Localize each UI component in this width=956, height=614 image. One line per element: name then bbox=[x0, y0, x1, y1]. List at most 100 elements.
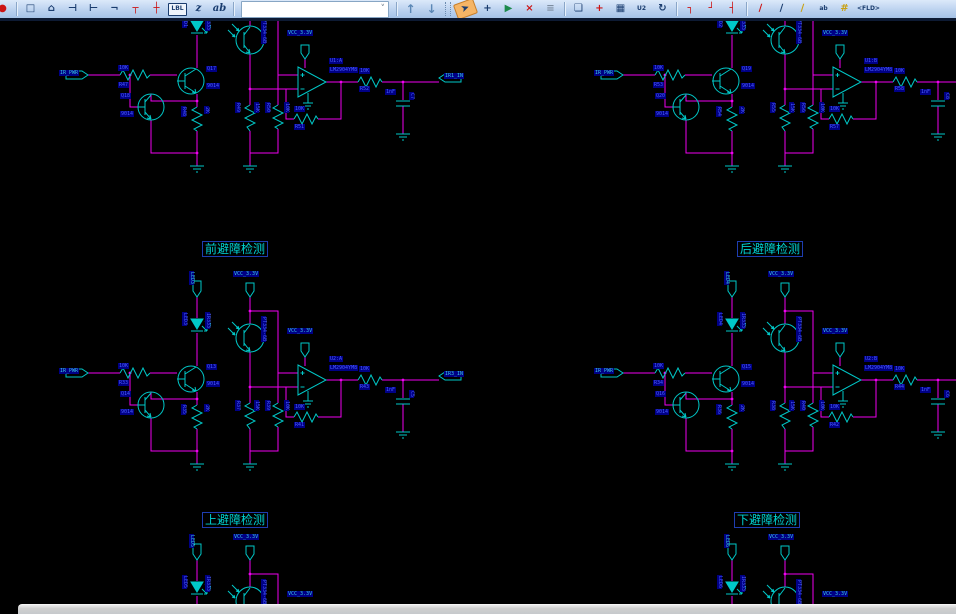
circuit-block-ir6[interactable] bbox=[600, 543, 956, 604]
component-label[interactable]: LED2 bbox=[717, 21, 723, 29]
component-label[interactable]: PT334-6B bbox=[261, 579, 267, 604]
delete-tool-icon[interactable]: × bbox=[520, 2, 539, 17]
component-label[interactable]: IR1_IN bbox=[444, 73, 465, 79]
component-label[interactable]: 10K bbox=[894, 68, 906, 74]
component-label[interactable]: Q14 bbox=[120, 391, 132, 397]
component-label[interactable]: 15K bbox=[789, 102, 795, 114]
component-label[interactable]: 10K bbox=[284, 400, 290, 412]
component-label[interactable]: PT334-6B bbox=[796, 316, 802, 343]
component-label[interactable]: VCC_3.3V bbox=[287, 591, 314, 597]
component-label[interactable]: R35 bbox=[181, 404, 187, 416]
wire-repeat-icon[interactable]: ┐ bbox=[681, 2, 700, 17]
component-label[interactable]: 10K bbox=[284, 102, 290, 114]
component-label[interactable]: VCC_3.3V bbox=[822, 30, 849, 36]
component-label[interactable]: VCC_3.3V bbox=[822, 591, 849, 597]
component-label[interactable]: 10K bbox=[819, 400, 825, 412]
component-label[interactable]: LM2904YM8 bbox=[329, 67, 359, 73]
component-label[interactable]: VCC_3.3V bbox=[768, 534, 795, 540]
component-label[interactable]: LED6 bbox=[717, 575, 723, 590]
component-label[interactable]: LED4 bbox=[724, 271, 730, 286]
component-label[interactable]: Q16 bbox=[655, 391, 667, 397]
redraw-icon[interactable]: ↻ bbox=[653, 2, 672, 17]
component-label[interactable]: C5 bbox=[409, 390, 415, 399]
component-label[interactable]: 9014 bbox=[655, 409, 670, 415]
component-label[interactable]: R42 bbox=[829, 422, 841, 428]
component-label[interactable]: R51 bbox=[294, 124, 306, 130]
component-label[interactable]: 9014 bbox=[206, 83, 221, 89]
component-label[interactable]: 15K bbox=[254, 102, 260, 114]
annotate-icon[interactable]: U2 bbox=[632, 2, 651, 17]
component-label[interactable]: R57 bbox=[829, 124, 841, 130]
component-label[interactable]: IR_PWR bbox=[594, 70, 615, 76]
component-label[interactable]: U1:B bbox=[864, 58, 879, 64]
edit-blue-pencil-icon[interactable]: ∕ bbox=[772, 2, 791, 17]
drag-tool-icon[interactable]: ▶ bbox=[499, 2, 518, 17]
component-label[interactable]: R50 bbox=[265, 102, 271, 114]
bus-entry-mode-icon[interactable]: ¬ bbox=[105, 2, 124, 17]
component-label[interactable]: 9014 bbox=[206, 381, 221, 387]
component-label[interactable]: LED1 bbox=[182, 21, 188, 29]
component-label[interactable]: PT334-6B bbox=[261, 21, 267, 45]
component-label[interactable]: 10K bbox=[653, 363, 665, 369]
component-label[interactable]: 10K bbox=[294, 106, 306, 112]
component-label[interactable]: IR_PWR bbox=[59, 368, 80, 374]
component-label[interactable]: R56 bbox=[800, 102, 806, 114]
component-label[interactable]: LED4 bbox=[717, 312, 723, 327]
component-label[interactable]: VCC_3.3V bbox=[287, 328, 314, 334]
component-label[interactable]: 9014 bbox=[741, 381, 756, 387]
circuit-block-ir3[interactable] bbox=[65, 280, 462, 471]
component-label[interactable]: VCC_3.3V bbox=[233, 271, 260, 277]
component-label[interactable]: VCC_3.3V bbox=[768, 271, 795, 277]
wire-route-icon[interactable]: ┘ bbox=[702, 2, 721, 17]
component-label[interactable]: C7 bbox=[409, 92, 415, 101]
component-label[interactable]: VCC_3.3V bbox=[287, 30, 314, 36]
component-label[interactable]: R41 bbox=[294, 422, 306, 428]
script-mode-icon[interactable]: z bbox=[189, 2, 208, 17]
component-label[interactable]: IR333 bbox=[740, 575, 746, 593]
component-label[interactable]: 2K bbox=[739, 106, 745, 115]
component-label[interactable]: LED3 bbox=[182, 312, 188, 327]
component-label[interactable]: Q20 bbox=[655, 93, 667, 99]
component-label[interactable]: 10K bbox=[819, 102, 825, 114]
component-label[interactable]: R36 bbox=[716, 404, 722, 416]
component-label[interactable]: R40 bbox=[800, 400, 806, 412]
component-label[interactable]: LED5 bbox=[182, 575, 188, 590]
component-label[interactable]: LM2904YM8 bbox=[864, 67, 894, 73]
component-label[interactable]: R39 bbox=[265, 400, 271, 412]
port-mode-icon[interactable]: ⊢ bbox=[84, 2, 103, 17]
component-label[interactable]: PT334-6B bbox=[796, 21, 802, 45]
component-label[interactable]: R58 bbox=[894, 86, 906, 92]
component-label[interactable]: R48 bbox=[181, 106, 187, 118]
component-label[interactable]: Q17 bbox=[206, 66, 218, 72]
component-label[interactable]: Q15 bbox=[741, 364, 753, 370]
component-label[interactable]: 9014 bbox=[120, 111, 135, 117]
select-cursor-icon[interactable]: ➤ bbox=[452, 0, 479, 18]
component-label[interactable]: 9014 bbox=[741, 83, 756, 89]
copy-block-icon[interactable]: ❏ bbox=[569, 2, 588, 17]
component-label[interactable]: IR333 bbox=[740, 312, 746, 330]
property-text-icon[interactable]: ab bbox=[814, 2, 833, 17]
component-label[interactable]: 15K bbox=[254, 400, 260, 412]
component-label[interactable]: 9014 bbox=[655, 111, 670, 117]
terminal-mode-icon[interactable]: ┬ bbox=[126, 2, 145, 17]
subcircuit-mode-icon[interactable]: ⌂ bbox=[42, 2, 61, 17]
component-label[interactable]: 1nF bbox=[920, 387, 932, 393]
zoom-level-combobox[interactable]: ˅ bbox=[241, 0, 389, 18]
component-label[interactable]: 9014 bbox=[120, 409, 135, 415]
text-mode-icon[interactable]: ab bbox=[210, 2, 229, 17]
component-label[interactable]: R34 bbox=[653, 380, 665, 386]
component-label[interactable]: R55 bbox=[770, 102, 776, 114]
component-label[interactable]: LM2904YM8 bbox=[864, 365, 894, 371]
chevron-down-icon[interactable]: ˅ bbox=[381, 4, 386, 14]
component-mode-icon[interactable]: □ bbox=[21, 2, 40, 17]
move-tool-icon[interactable]: + bbox=[478, 2, 497, 17]
component-label[interactable]: LED3 bbox=[189, 271, 195, 286]
export-block-icon[interactable]: ▦ bbox=[611, 2, 630, 17]
component-label[interactable]: VCC_3.3V bbox=[822, 328, 849, 334]
junction-dot-mode-icon[interactable]: ● bbox=[0, 2, 12, 17]
component-label[interactable]: U2:B bbox=[864, 356, 879, 362]
component-label[interactable]: R52 bbox=[359, 86, 371, 92]
component-label[interactable]: LED6 bbox=[724, 534, 730, 549]
probe-mode-icon[interactable]: ┼ bbox=[147, 2, 166, 17]
component-label[interactable]: PT334-6B bbox=[796, 579, 802, 604]
